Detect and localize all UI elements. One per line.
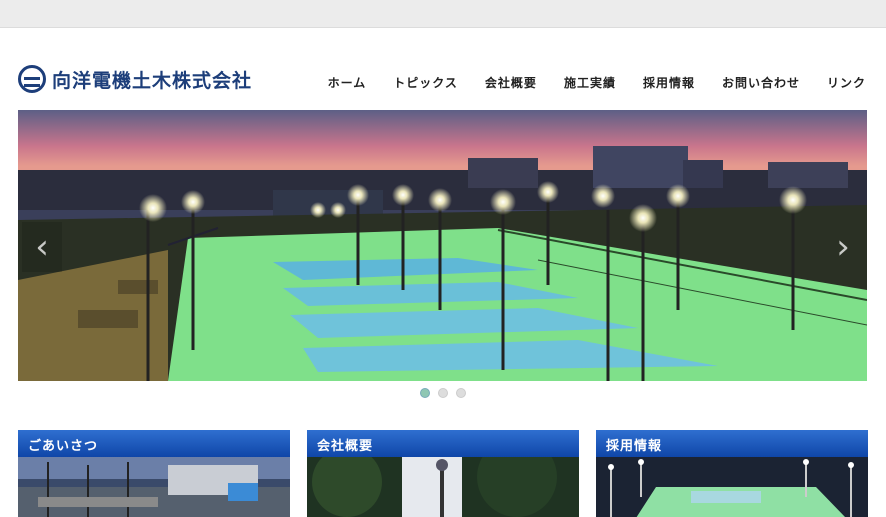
- nav-contact[interactable]: お問い合わせ: [722, 74, 800, 91]
- nav-company[interactable]: 会社概要: [485, 74, 537, 91]
- card-greeting-image: [18, 457, 290, 517]
- nav-links[interactable]: リンク: [827, 74, 866, 91]
- card-company[interactable]: 会社概要: [307, 430, 579, 517]
- nav-home[interactable]: ホーム: [328, 74, 367, 91]
- card-recruit[interactable]: 採用情報: [596, 430, 868, 517]
- slider-next-arrow-icon[interactable]: ›: [823, 222, 863, 272]
- card-recruit-title: 採用情報: [596, 430, 868, 457]
- slider-pagination: [420, 388, 466, 398]
- page: 向洋電機土木株式会社 ホーム トピックス 会社概要 施工実績 採用情報 お問い合…: [0, 27, 886, 517]
- card-greeting-title: ごあいさつ: [18, 430, 290, 457]
- site-logo[interactable]: 向洋電機土木株式会社: [18, 64, 252, 94]
- slider-prev-arrow-icon[interactable]: ‹: [22, 222, 62, 272]
- main-nav: ホーム トピックス 会社概要 施工実績 採用情報 お問い合わせ リンク: [301, 74, 866, 91]
- nav-works[interactable]: 施工実績: [564, 74, 616, 91]
- slider-dot-2[interactable]: [438, 388, 448, 398]
- company-name: 向洋電機土木株式会社: [52, 69, 253, 92]
- card-recruit-image: [596, 457, 868, 517]
- slider-dot-3[interactable]: [456, 388, 466, 398]
- company-logo-icon: [18, 65, 46, 93]
- nav-recruit[interactable]: 採用情報: [643, 74, 695, 91]
- hero-slider: ‹ ›: [18, 110, 867, 381]
- nav-topics[interactable]: トピックス: [393, 74, 458, 91]
- slider-dot-1[interactable]: [420, 388, 430, 398]
- card-company-image: [307, 437, 579, 517]
- tennis-court-night-photo: [18, 110, 867, 381]
- card-greeting[interactable]: ごあいさつ: [18, 430, 290, 517]
- card-company-title: 会社概要: [307, 430, 579, 457]
